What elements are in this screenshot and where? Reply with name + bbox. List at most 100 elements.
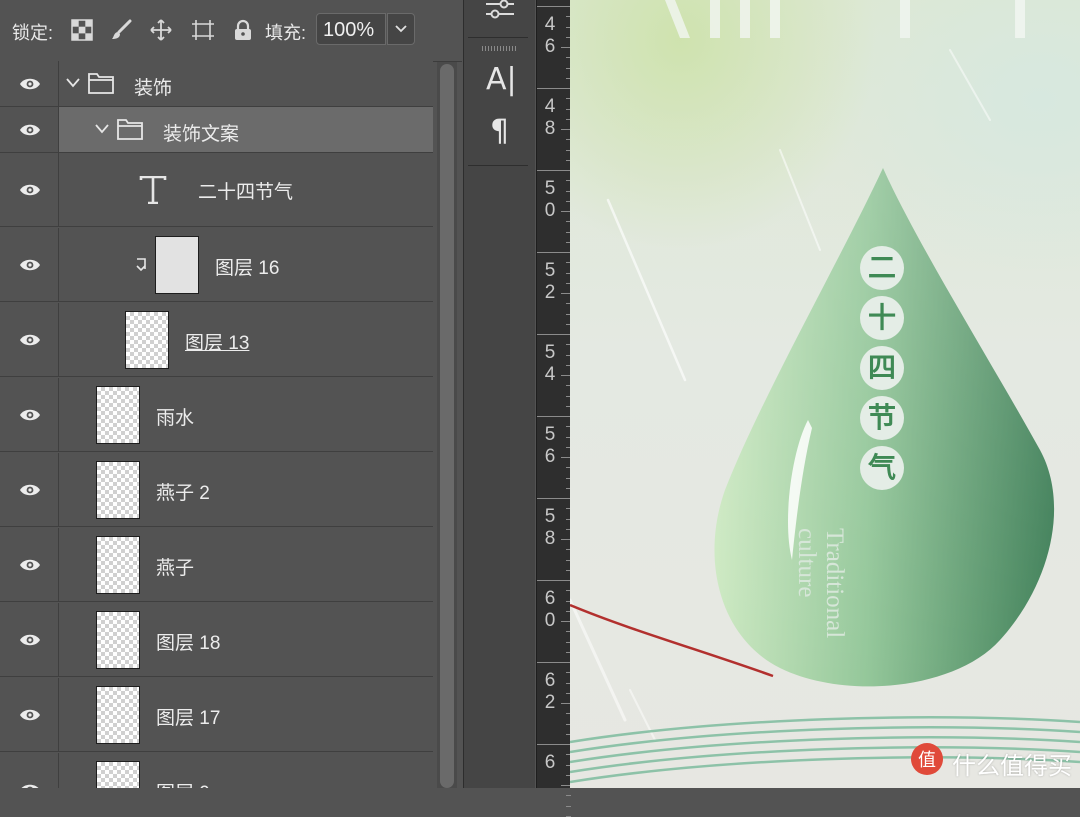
panel-grip[interactable] — [482, 46, 516, 51]
layer-name: 雨水 — [156, 408, 195, 429]
visibility-toggle[interactable] — [0, 228, 59, 301]
visibility-toggle[interactable] — [0, 107, 59, 152]
layer-name: 燕子 2 — [156, 483, 210, 504]
eye-icon — [20, 78, 40, 89]
ruler-number: 5 — [544, 506, 556, 527]
layer-name: 装饰文案 — [163, 124, 240, 145]
eye-icon — [20, 124, 40, 135]
fill-label: 填充: — [265, 23, 307, 43]
layer-row[interactable]: 燕子 2 — [0, 453, 433, 527]
visibility-toggle[interactable] — [0, 378, 59, 451]
lock-transparent-pixels-icon[interactable] — [71, 19, 93, 41]
layer-row-group-selected[interactable]: 装饰文案 — [0, 107, 433, 153]
layer-name: 图层 18 — [156, 633, 221, 654]
lock-all-padlock-icon[interactable] — [232, 19, 254, 41]
title-char-circle: 十 — [860, 296, 904, 340]
layer-thumbnail — [96, 686, 140, 744]
caption-line: Traditional — [821, 528, 848, 639]
svg-text:值: 值 — [918, 750, 936, 771]
document-canvas[interactable]: 二 十 四 节 气 Traditional culture 值 什么值得买 — [570, 0, 1080, 788]
ruler-tick — [537, 498, 571, 499]
lock-artboard-icon[interactable] — [191, 19, 214, 41]
layer-row[interactable]: 图层 9 — [0, 753, 433, 788]
layer-thumbnail — [96, 536, 140, 594]
ruler-number: 5 — [544, 424, 556, 445]
ruler-tick — [537, 252, 571, 253]
visibility-toggle[interactable] — [0, 753, 59, 788]
title-char-circle: 二 — [860, 246, 904, 290]
layer-row[interactable]: 图层 13 — [0, 303, 433, 377]
chevron-down-icon — [395, 25, 407, 33]
layer-name: 图层 16 — [215, 258, 280, 279]
ruler-number: 5 — [544, 342, 556, 363]
clipping-mask-arrow-icon — [136, 258, 146, 272]
chevron-down-icon[interactable] — [95, 124, 109, 134]
eye-icon — [20, 484, 40, 495]
visibility-toggle[interactable] — [0, 303, 59, 376]
visibility-toggle[interactable] — [0, 528, 59, 601]
layer-row-group[interactable]: 装饰 — [0, 61, 433, 107]
layer-row-text[interactable]: 二十四节气 — [0, 153, 433, 227]
visibility-toggle[interactable] — [0, 603, 59, 676]
layer-row[interactable]: 图层 18 — [0, 603, 433, 677]
chevron-down-icon[interactable] — [66, 78, 80, 88]
lock-label: 锁定: — [12, 23, 54, 43]
eye-icon — [20, 634, 40, 645]
layer-thumbnail — [125, 311, 169, 369]
layer-name: 二十四节气 — [198, 182, 294, 203]
layer-thumbnail — [96, 761, 140, 788]
ruler-number: 0 — [544, 200, 556, 221]
layer-name: 装饰 — [134, 78, 173, 99]
fill-opacity-dropdown[interactable] — [387, 13, 415, 45]
layers-scrollbar-thumb[interactable] — [440, 64, 454, 788]
layer-row[interactable]: 燕子 — [0, 528, 433, 602]
ruler-number: 5 — [544, 260, 556, 281]
visibility-toggle[interactable] — [0, 453, 59, 526]
paragraph-panel-icon[interactable]: ¶ — [490, 114, 509, 150]
ruler-number: 4 — [544, 14, 556, 35]
layer-thumbnail — [96, 386, 140, 444]
ruler-number: 6 — [544, 446, 556, 467]
layer-row[interactable]: 雨水 — [0, 378, 433, 452]
ruler-tick — [566, 795, 571, 797]
layer-thumbnail — [96, 611, 140, 669]
ruler-tick — [537, 170, 571, 171]
layer-name: 图层 13 — [185, 333, 250, 354]
layer-name: 图层 9 — [156, 778, 210, 788]
eye-icon — [20, 559, 40, 570]
ruler-number: 2 — [544, 692, 556, 713]
ruler-number: 6 — [544, 588, 556, 609]
layer-row-clipped[interactable]: 图层 16 — [0, 228, 433, 302]
visibility-toggle[interactable] — [0, 61, 59, 106]
fill-opacity-input[interactable]: 100% — [316, 13, 386, 45]
visibility-toggle[interactable] — [0, 153, 59, 226]
eye-icon — [20, 709, 40, 720]
ruler-number: 2 — [544, 282, 556, 303]
layer-thumbnail — [96, 461, 140, 519]
ruler-number: 4 — [544, 96, 556, 117]
watermark-logo-icon: 值 — [911, 743, 943, 775]
title-char-circle: 四 — [860, 346, 904, 390]
visibility-toggle[interactable] — [0, 678, 59, 751]
lock-image-pixels-brush-icon[interactable] — [110, 19, 132, 41]
lock-position-move-icon[interactable] — [150, 19, 172, 41]
lock-toolbar: 锁定: 填充: 100% — [0, 0, 462, 62]
ruler-number: 5 — [544, 178, 556, 199]
eye-icon — [20, 184, 40, 195]
ruler-number: 4 — [544, 364, 556, 385]
panel-icon-strip: A| ¶ — [463, 0, 535, 788]
character-panel-icon[interactable]: A| — [486, 62, 517, 98]
text-layer-icon — [139, 176, 167, 204]
divider — [468, 165, 528, 166]
folder-icon — [117, 119, 143, 140]
ruler-number: 6 — [544, 36, 556, 57]
adjustments-sliders-icon[interactable] — [484, 0, 516, 24]
ruler-number: 6 — [544, 752, 556, 773]
eye-icon — [21, 784, 39, 788]
eye-icon — [20, 259, 40, 270]
layers-panel: 锁定: 填充: 100% 装饰 装饰文案 二十四节气 图层 16 图层 13 雨… — [0, 0, 462, 788]
divider — [468, 37, 528, 38]
layer-row[interactable]: 图层 17 — [0, 678, 433, 752]
ruler-tick — [537, 662, 571, 663]
ruler-tick — [537, 334, 571, 335]
